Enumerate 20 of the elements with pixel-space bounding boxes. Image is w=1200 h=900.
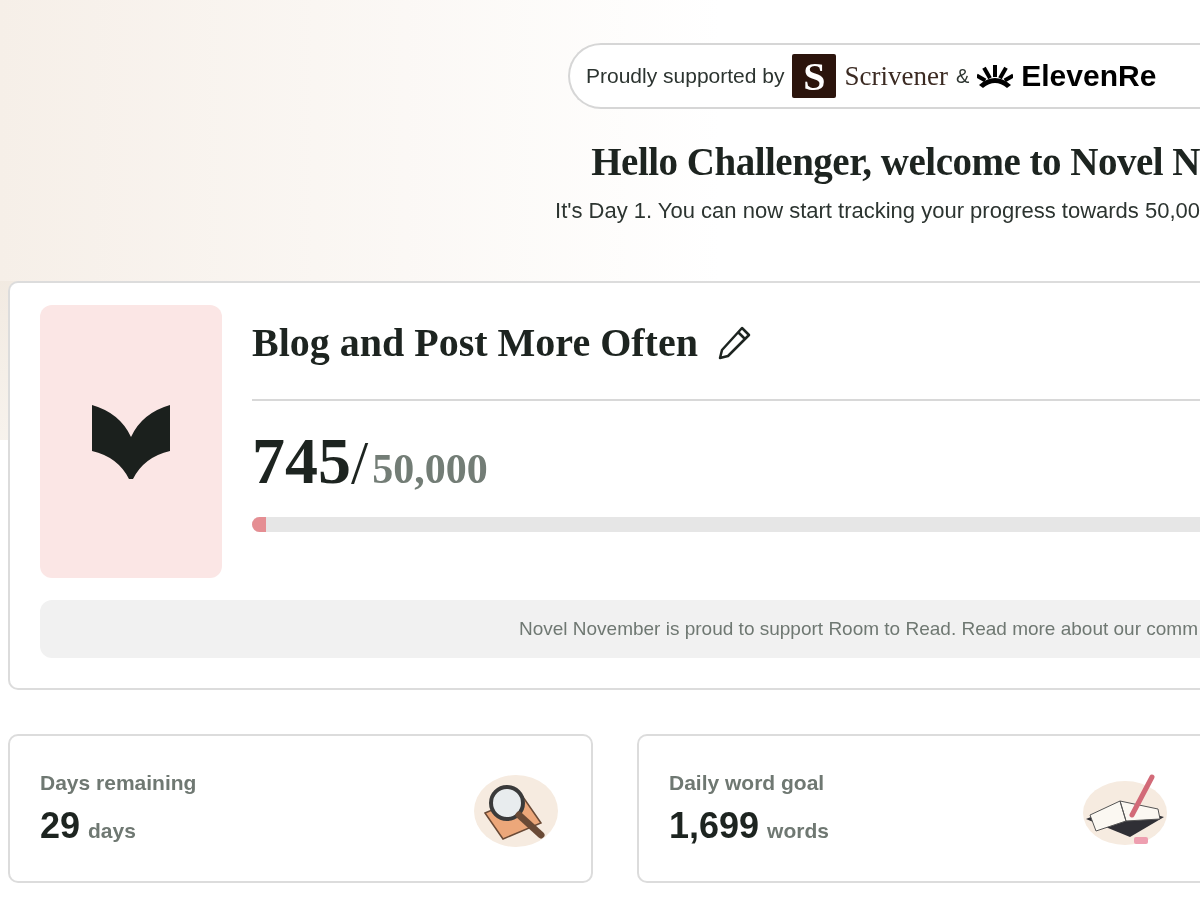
word-count: 745 <box>252 423 351 499</box>
ampersand: & <box>955 64 970 88</box>
project-title: Blog and Post More Often <box>252 318 698 366</box>
slash: / <box>351 427 369 498</box>
stat-unit: days <box>88 818 136 843</box>
sponsor-name[interactable]: Scrivener <box>844 60 948 92</box>
logo-mark: S <box>792 54 837 98</box>
notice-bar: Novel November is proud to support Room to Read. Read more about our comm <box>40 600 1200 658</box>
sponsor-label: Proudly supported by <box>586 64 785 88</box>
stat-unit: words <box>767 818 829 843</box>
stat-value: 1,699 <box>669 804 760 847</box>
welcome-subtitle: It's Day 1. You can now start tracking your progress towards 50,00 <box>555 198 1200 224</box>
stat-value: 29 <box>40 804 81 847</box>
welcome-heading: Hello Challenger, welcome to Novel N <box>591 139 1200 184</box>
sponsor-name[interactable]: ElevenRe <box>1021 59 1157 93</box>
stat-label: Daily word goal <box>669 770 826 795</box>
stat-label: Days remaining <box>40 770 197 795</box>
open-book-icon <box>92 404 170 479</box>
burst-logo-icon <box>977 63 1014 89</box>
word-goal: 50,000 <box>372 445 488 493</box>
